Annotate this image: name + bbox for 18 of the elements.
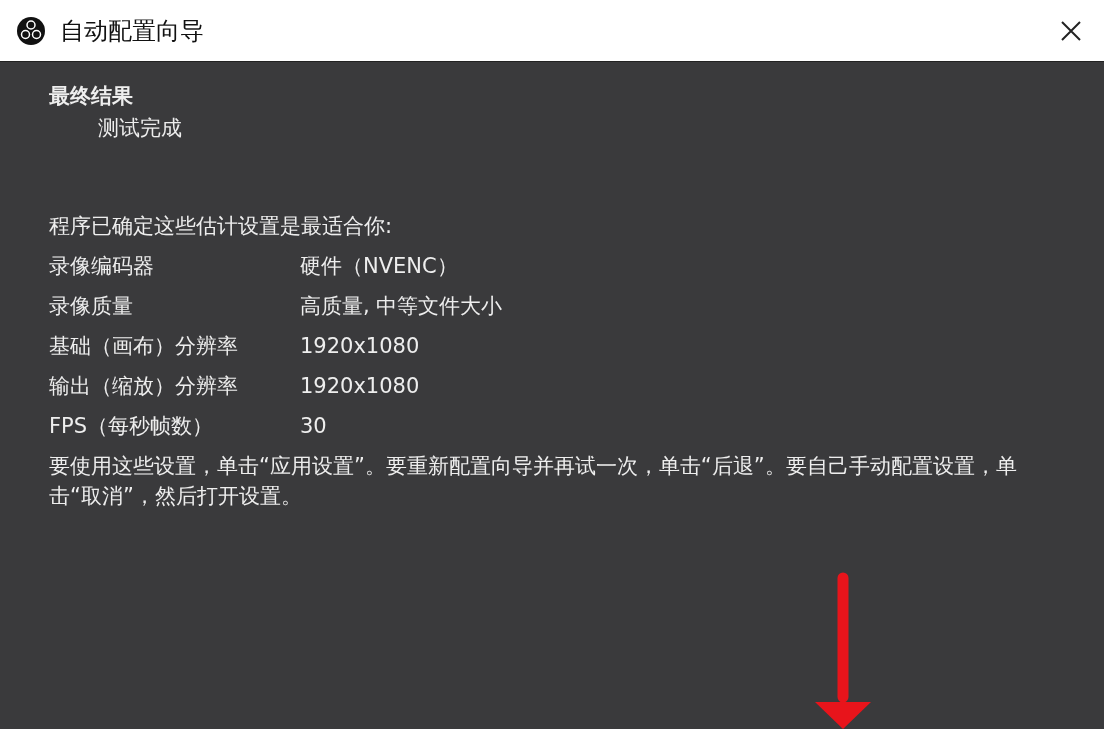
setting-label: 录像质量 [49,293,134,320]
setting-value: 1920x1080 [300,333,420,360]
setting-label: FPS（每秒帧数） [49,413,215,440]
setting-value: 高质量, 中等文件大小 [300,293,503,320]
result-status: 测试完成 [97,115,183,142]
app-logo-icon [17,16,45,45]
setting-label: 输出（缩放）分辨率 [49,373,239,400]
arrow-icon [815,572,871,729]
window-title: 自动配置向导 [60,15,204,47]
result-heading: 最终结果 [49,83,134,110]
setting-label: 基础（画布）分辨率 [49,333,239,360]
setting-value: 30 [300,413,327,440]
setting-value: 硬件（NVENC） [300,253,458,280]
intro-text: 程序已确定这些估计设置是最适合你: [49,213,394,240]
setting-label: 录像编码器 [49,253,155,280]
close-icon [1060,19,1082,42]
instructions-text: 要使用这些设置，单击“应用设置”。要重新配置向导并再试一次，单击“后退”。要自己手动配置设置，单击“取消”，然后打开设置。 [49,453,1018,510]
setting-value: 1920x1080 [300,373,420,400]
